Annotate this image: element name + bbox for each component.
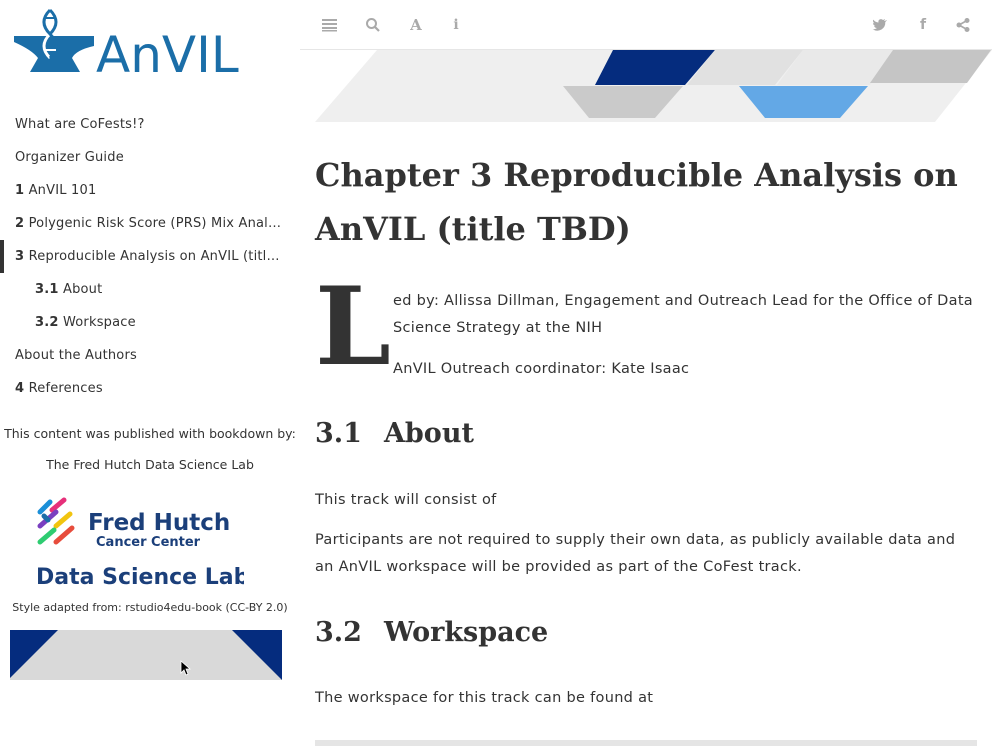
twitter-icon[interactable] xyxy=(870,15,890,35)
svg-text:Cancer Center: Cancer Center xyxy=(96,535,201,550)
svg-text:Fred Hutch: Fred Hutch xyxy=(88,510,230,536)
toc-item-reproducible-analysis[interactable]: 3 Reproducible Analysis on AnVIL (title … xyxy=(0,240,282,273)
coordinator-text: AnVIL Outreach coordinator: Kate Isaac xyxy=(393,361,690,377)
toc-item-about-authors[interactable]: About the Authors xyxy=(0,339,282,372)
search-icon[interactable] xyxy=(363,15,383,35)
about-paragraph-2: Participants are not required to supply … xyxy=(315,532,956,575)
share-icon[interactable] xyxy=(953,15,973,35)
toolbar: A i f xyxy=(300,0,992,50)
chapter-title: Chapter 3 Reproducible Analysis on AnVIL… xyxy=(315,156,958,248)
publisher-link[interactable]: The Fred Hutch Data Science Lab xyxy=(0,457,300,472)
toc-item-organizer-guide[interactable]: Organizer Guide xyxy=(0,141,282,174)
facebook-icon[interactable]: f xyxy=(913,15,933,35)
toc-item-anvil-101[interactable]: 1 AnVIL 101 xyxy=(0,174,282,207)
mouse-cursor-icon xyxy=(180,660,192,676)
sidebar: AnVIL What are CoFests!? Organizer Guide… xyxy=(0,0,300,744)
fred-hutch-logo[interactable]: Fred Hutch Cancer Center Data Science La… xyxy=(34,496,249,590)
menu-icon[interactable] xyxy=(320,15,340,35)
svg-text:Data Science Lab: Data Science Lab xyxy=(36,565,244,588)
info-icon[interactable]: i xyxy=(446,15,466,35)
toc-item-workspace[interactable]: 3.2 Workspace xyxy=(0,306,282,339)
toc-item-cofests[interactable]: What are CoFests!? xyxy=(0,108,282,141)
drop-cap: L xyxy=(315,264,391,390)
anvil-logo[interactable]: AnVIL xyxy=(14,8,244,78)
workspace-paragraph: The workspace for this track can be foun… xyxy=(315,690,654,706)
sidebar-banner-image xyxy=(10,630,282,680)
table-of-contents: What are CoFests!? Organizer Guide 1 AnV… xyxy=(0,108,300,405)
style-note[interactable]: Style adapted from: rstudio4edu-book (CC… xyxy=(0,601,300,614)
led-by-text: ed by: Allissa Dillman, Engagement and O… xyxy=(393,293,973,336)
about-paragraph-1: This track will consist of xyxy=(315,492,497,508)
anvil-wordmark: AnVIL xyxy=(96,26,239,78)
toc-item-prs[interactable]: 2 Polygenic Risk Score (PRS) Mix Analysi… xyxy=(0,207,282,240)
code-block-edge xyxy=(315,740,977,746)
toc-item-about[interactable]: 3.1 About xyxy=(0,273,282,306)
font-icon[interactable]: A xyxy=(406,15,426,35)
toc-item-references[interactable]: 4 References xyxy=(0,372,282,405)
header-banner-image xyxy=(315,50,992,122)
section-heading-about: 3.1 About xyxy=(315,418,474,449)
published-with-text: This content was published with bookdown… xyxy=(4,426,296,441)
section-heading-workspace: 3.2 Workspace xyxy=(315,617,549,648)
